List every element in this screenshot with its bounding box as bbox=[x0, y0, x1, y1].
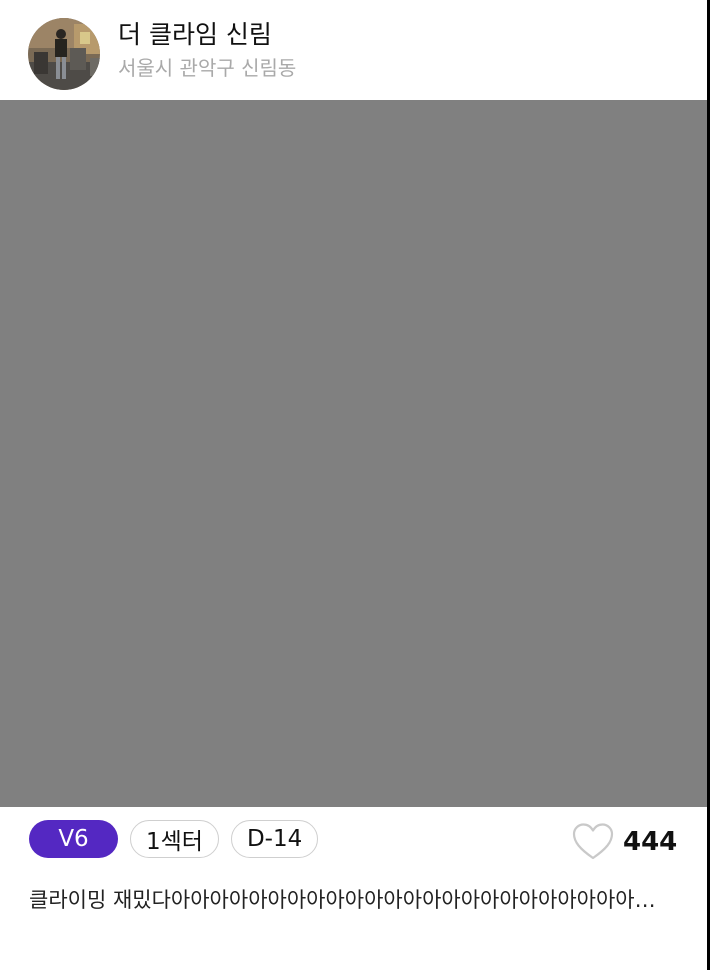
gym-name[interactable]: 더 클라임 신림 bbox=[118, 18, 272, 52]
post-media-placeholder[interactable] bbox=[0, 100, 707, 807]
heart-outline-icon bbox=[572, 823, 614, 860]
grade-tag: V6 bbox=[29, 820, 118, 858]
post-header: 더 클라임 신림 서울시 관악구 신림동 bbox=[0, 0, 707, 100]
sector-tag: 1섹터 bbox=[130, 820, 219, 858]
post-tags: V6 1섹터 D-14 bbox=[29, 820, 319, 858]
like-button[interactable] bbox=[572, 822, 614, 862]
gym-avatar-image bbox=[28, 18, 100, 90]
post-caption[interactable]: 클라이밍 재밌다아아아아아아아아아아아아아아아아아아아아아아아아아아아아아아아아… bbox=[29, 882, 669, 918]
like-count: 444 bbox=[623, 827, 678, 857]
gym-avatar[interactable] bbox=[28, 18, 100, 90]
dday-tag: D-14 bbox=[230, 820, 319, 858]
gym-location: 서울시 관악구 신림동 bbox=[118, 56, 297, 80]
